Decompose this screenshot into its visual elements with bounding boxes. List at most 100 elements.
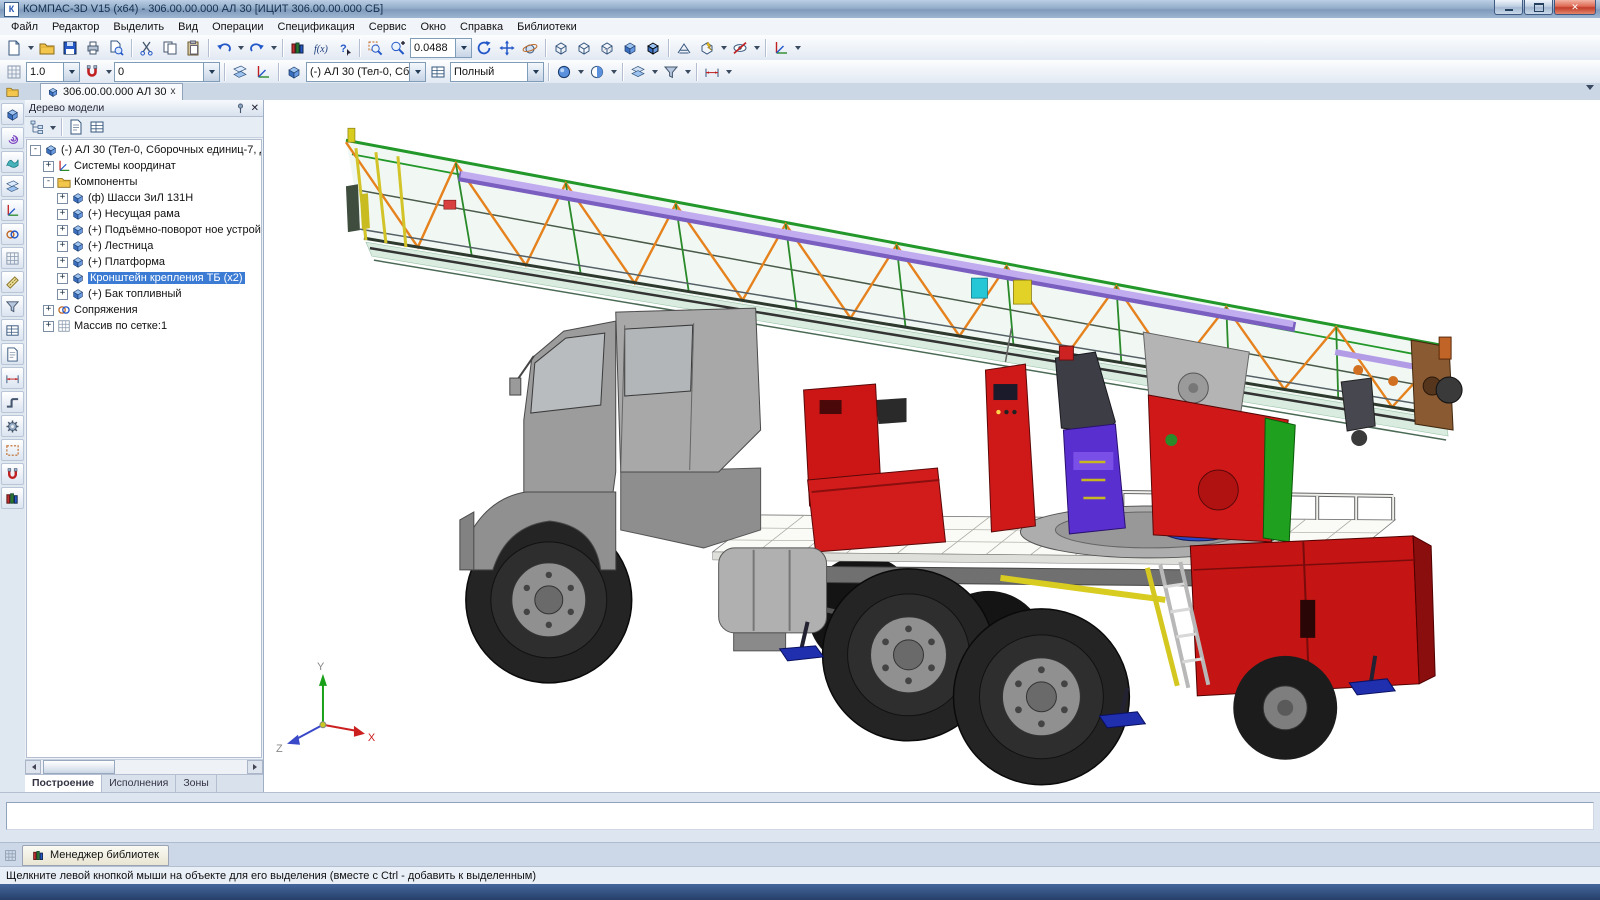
assembly-state-dropdown-icon[interactable] (409, 63, 425, 81)
library-icon[interactable] (1, 487, 24, 509)
layers-button[interactable] (627, 62, 649, 82)
library-manager-button[interactable] (287, 38, 309, 58)
hidden-lines-thin-mode-button[interactable] (596, 38, 618, 58)
display-mode-dropdown-icon[interactable] (527, 63, 543, 81)
simplified-dropdown-icon[interactable] (719, 38, 728, 58)
component-list-button[interactable] (427, 62, 449, 82)
property-message-field[interactable] (6, 802, 1594, 830)
layer-dropdown-icon[interactable] (203, 63, 219, 81)
tree-node-chassis[interactable]: +(ф) Шасси ЗиЛ 131Н (27, 190, 261, 206)
cut-button[interactable] (136, 38, 158, 58)
display-mode-combo[interactable]: Полный (450, 62, 544, 82)
grid-button[interactable] (3, 62, 25, 82)
menu-operations[interactable]: Операции (205, 20, 270, 34)
menu-service[interactable]: Сервис (362, 20, 414, 34)
assembly-state-icon[interactable] (283, 62, 305, 82)
close-panel-icon[interactable]: ✕ (251, 103, 259, 114)
variables-button[interactable] (310, 38, 332, 58)
current-scale-combo[interactable]: 0.0488 (410, 38, 472, 58)
fuel-tank[interactable] (719, 548, 827, 651)
menu-window[interactable]: Окно (413, 20, 453, 34)
tree-structure-button[interactable] (27, 118, 47, 136)
snap-settings-button[interactable] (81, 62, 103, 82)
undo-button[interactable] (213, 38, 235, 58)
close-button[interactable]: ✕ (1554, 0, 1596, 15)
hidden-lines-mode-button[interactable] (573, 38, 595, 58)
arrays-icon[interactable] (1, 247, 24, 269)
menu-editor[interactable]: Редактор (45, 20, 106, 34)
print-button[interactable] (82, 38, 104, 58)
tree-node-bracket-selected[interactable]: +Кронштейн крепления ТБ (x2) (27, 270, 261, 286)
csys-icon[interactable] (1, 199, 24, 221)
context-help-button[interactable] (333, 38, 355, 58)
paste-button[interactable] (182, 38, 204, 58)
tree-relations-button[interactable] (87, 118, 107, 136)
section-view-button[interactable] (586, 62, 608, 82)
maximize-button[interactable] (1524, 0, 1553, 15)
tree-node-turntable[interactable]: +(+) Подъёмно-поворот ное устройст (27, 222, 261, 238)
model-tree-header[interactable]: Дерево модели ✕ (25, 100, 263, 117)
cursor-step-combo[interactable]: 1.0 (26, 62, 80, 82)
assembly-state-combo[interactable]: (-) АЛ 30 (Тел-0, Сб (306, 62, 426, 82)
view-orientation-button[interactable] (770, 38, 792, 58)
edit-assembly-icon[interactable] (1, 103, 24, 125)
menu-specification[interactable]: Спецификация (271, 20, 362, 34)
wireframe-mode-button[interactable] (550, 38, 572, 58)
orientation-dropdown-icon[interactable] (793, 38, 802, 58)
sphere-quality-button[interactable] (553, 62, 575, 82)
simplified-display-button[interactable] (696, 38, 718, 58)
cursor-step-dropdown-icon[interactable] (63, 63, 79, 81)
tree-node-ladder[interactable]: +(+) Лестница (27, 238, 261, 254)
pan-view-button[interactable] (496, 38, 518, 58)
tree-node-components[interactable]: -Компоненты (27, 174, 261, 190)
zoom-in-out-button[interactable] (387, 38, 409, 58)
layers-dropdown-icon[interactable] (650, 62, 659, 82)
menu-file[interactable]: Файл (4, 20, 45, 34)
shaded-mode-button[interactable] (619, 38, 641, 58)
sphere-quality-dropdown-icon[interactable] (576, 62, 585, 82)
perspective-button[interactable] (673, 38, 695, 58)
tree-node-coordinate-systems[interactable]: +Системы координат (27, 158, 261, 174)
title-bar[interactable]: К КОМПАС-3D V15 (x64) - 306.00.00.000 АЛ… (0, 0, 1600, 19)
parameters-icon[interactable] (1, 415, 24, 437)
scroll-right-icon[interactable] (247, 760, 263, 774)
reports-icon[interactable] (1, 343, 24, 365)
mates-icon[interactable] (1, 223, 24, 245)
menu-view[interactable]: Вид (171, 20, 205, 34)
pin-panel-icon[interactable] (234, 102, 247, 115)
tab-list-dropdown-icon[interactable] (1586, 85, 1594, 94)
tree-node-root[interactable]: -(-) АЛ 30 (Тел-0, Сборочных единиц-7, Д… (27, 142, 261, 158)
dock-icon[interactable] (4, 849, 17, 862)
minimize-button[interactable] (1494, 0, 1523, 15)
undo-dropdown-icon[interactable] (236, 38, 245, 58)
tab-construction[interactable]: Построение (25, 775, 102, 792)
local-csys-button[interactable] (252, 62, 274, 82)
truck-cab[interactable] (460, 308, 761, 570)
zones-icon[interactable] (1, 439, 24, 461)
library-manager-tab[interactable]: Менеджер библиотек (22, 845, 169, 866)
sheet-metal-icon[interactable] (1, 391, 24, 413)
rear-wheel[interactable] (953, 609, 1129, 785)
copy-button[interactable] (159, 38, 181, 58)
hide-all-dropdown-icon[interactable] (752, 38, 761, 58)
dimensions-icon[interactable] (1, 367, 24, 389)
chassis-frame[interactable] (764, 566, 1194, 586)
tree-node-grid-array[interactable]: +Массив по сетке:1 (27, 318, 261, 334)
refresh-view-button[interactable] (473, 38, 495, 58)
print-preview-button[interactable] (105, 38, 127, 58)
tab-close-icon[interactable]: x (171, 87, 176, 97)
spatial-curves-icon[interactable] (1, 127, 24, 149)
3d-viewport[interactable]: Y X Z (263, 100, 1600, 792)
menu-help[interactable]: Справка (453, 20, 510, 34)
scroll-left-icon[interactable] (25, 760, 41, 774)
new-document-dropdown-icon[interactable] (26, 38, 35, 58)
measure-icon[interactable] (1, 271, 24, 293)
auxiliary-geometry-icon[interactable] (1, 175, 24, 197)
section-view-dropdown-icon[interactable] (609, 62, 618, 82)
new-document-button[interactable] (3, 38, 25, 58)
doc-system-icon[interactable] (5, 85, 20, 98)
base-planes-button[interactable] (229, 62, 251, 82)
zoom-window-button[interactable] (364, 38, 386, 58)
snap-icon[interactable] (1, 463, 24, 485)
tree-node-mates[interactable]: +Сопряжения (27, 302, 261, 318)
